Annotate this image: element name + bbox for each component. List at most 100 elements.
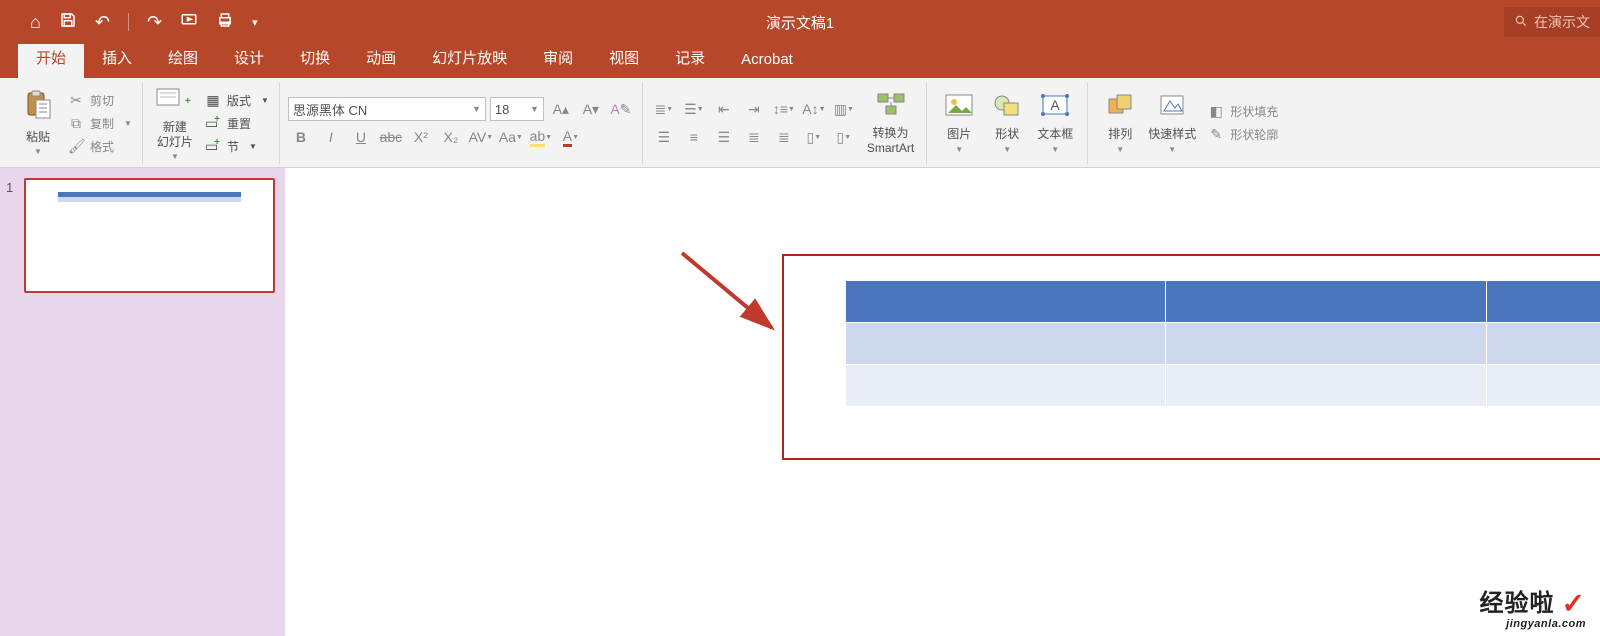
- shapes-icon: [992, 92, 1022, 124]
- shape-fill-button[interactable]: ◧形状填充: [1206, 102, 1280, 121]
- chevron-down-icon: ▼: [530, 104, 539, 114]
- justify-icon[interactable]: ≣: [741, 125, 767, 149]
- align-left-icon[interactable]: ☰: [651, 125, 677, 149]
- customize-qat-icon[interactable]: ▾: [252, 16, 258, 29]
- align-right-icon[interactable]: ☰: [711, 125, 737, 149]
- distributed-icon[interactable]: ≣: [771, 125, 797, 149]
- format-painter-button[interactable]: 🖌格式: [66, 137, 134, 156]
- reset-button[interactable]: ▭重置: [203, 114, 271, 133]
- textbox-label: 文本框: [1037, 127, 1073, 141]
- group-paragraph: ≣▼ ☰▼ ⇤ ⇥ ↕≡▼ A↕▼ ▥▼ ☰ ≡ ☰ ≣ ≣ ▯▼ ▯▼: [643, 82, 927, 164]
- numbering-icon[interactable]: ☰▼: [681, 97, 707, 121]
- font-name-value: 思源黑体 CN: [293, 100, 367, 119]
- convert-smartart-button[interactable]: 转换为 SmartArt: [863, 89, 918, 157]
- start-from-beginning-icon[interactable]: [180, 11, 198, 34]
- paste-button[interactable]: 粘贴 ▼: [14, 88, 62, 158]
- picture-button[interactable]: 图片 ▼: [935, 90, 983, 155]
- save-icon[interactable]: [59, 11, 77, 34]
- line-spacing-icon[interactable]: ↕≡▼: [771, 97, 797, 121]
- watermark-text: 经验啦: [1480, 590, 1555, 617]
- arrange-icon: [1106, 92, 1134, 124]
- copy-button[interactable]: ⧉复制▼: [66, 114, 134, 133]
- new-slide-icon: [155, 85, 195, 117]
- separator: [128, 13, 129, 31]
- group-arrange: 排列 ▼ 快速样式 ▼ ◧形状填充 ✎形状轮廓: [1088, 82, 1288, 164]
- quick-styles-button[interactable]: 快速样式 ▼: [1144, 90, 1200, 155]
- font-family-combobox[interactable]: 思源黑体 CN ▼: [288, 97, 486, 121]
- slide-canvas[interactable]: 经验啦 ✓ jingyanla.com: [285, 168, 1600, 636]
- section-button[interactable]: ▭节▼: [203, 137, 271, 156]
- text-align-vertical-icon[interactable]: ▯▼: [831, 125, 857, 149]
- bold-icon[interactable]: B: [288, 125, 314, 149]
- reset-icon: ▭: [205, 115, 221, 132]
- tab-draw[interactable]: 绘图: [150, 39, 216, 78]
- chevron-down-icon: ▼: [171, 152, 179, 161]
- tab-review[interactable]: 审阅: [525, 39, 591, 78]
- character-spacing-icon[interactable]: AV▼: [468, 125, 494, 149]
- decrease-font-icon[interactable]: A▾: [578, 97, 604, 121]
- highlight-icon[interactable]: ab▼: [528, 125, 554, 149]
- tab-acrobat[interactable]: Acrobat: [723, 43, 811, 78]
- align-center-icon[interactable]: ≡: [681, 125, 707, 149]
- table-row[interactable]: [846, 323, 1600, 365]
- new-slide-button[interactable]: 新建 幻灯片 ▼: [151, 83, 199, 163]
- tab-record[interactable]: 记录: [657, 39, 723, 78]
- superscript-icon[interactable]: X²: [408, 125, 434, 149]
- shapes-label: 形状: [995, 127, 1019, 141]
- text-direction-icon[interactable]: A↕▼: [801, 97, 827, 121]
- copy-icon: ⧉: [68, 115, 84, 132]
- chevron-down-icon: ▼: [261, 96, 269, 105]
- home-icon[interactable]: ⌂: [30, 12, 41, 33]
- font-size-combobox[interactable]: 18 ▼: [490, 97, 544, 121]
- tab-animations[interactable]: 动画: [348, 39, 414, 78]
- strikethrough-icon[interactable]: abc: [378, 125, 404, 149]
- chevron-down-icon: ▼: [1003, 145, 1011, 154]
- quick-access-toolbar: ⌂ ↶ ↷ ▾: [0, 11, 258, 34]
- redo-icon[interactable]: ↷: [147, 12, 162, 33]
- tab-home[interactable]: 开始: [18, 41, 84, 78]
- tab-view[interactable]: 视图: [591, 39, 657, 78]
- align-text-icon[interactable]: ▯▼: [801, 125, 827, 149]
- textbox-button[interactable]: A 文本框 ▼: [1031, 90, 1079, 155]
- italic-icon[interactable]: I: [318, 125, 344, 149]
- slide-thumbnail-panel[interactable]: 1: [0, 168, 285, 636]
- underline-icon[interactable]: U: [348, 125, 374, 149]
- table-row[interactable]: [846, 365, 1600, 407]
- increase-font-icon[interactable]: A▴: [548, 97, 574, 121]
- paste-icon: [24, 90, 52, 127]
- table-row[interactable]: [846, 281, 1600, 323]
- ribbon: 粘贴 ▼ ✂剪切 ⧉复制▼ 🖌格式 新建 幻灯片 ▼ ▦版式▼ ▭重置 ▭节▼ …: [0, 78, 1600, 168]
- clear-format-icon[interactable]: A✎: [608, 97, 634, 121]
- tab-insert[interactable]: 插入: [84, 39, 150, 78]
- smartart-icon: [876, 91, 906, 123]
- print-icon[interactable]: [216, 11, 234, 34]
- tab-transitions[interactable]: 切换: [282, 39, 348, 78]
- group-clipboard: 粘贴 ▼ ✂剪切 ⧉复制▼ 🖌格式: [6, 82, 143, 164]
- columns-icon[interactable]: ▥▼: [831, 97, 857, 121]
- inserted-table[interactable]: [845, 280, 1600, 407]
- chevron-down-icon: ▼: [34, 147, 42, 156]
- shapes-button[interactable]: 形状 ▼: [983, 90, 1031, 155]
- increase-indent-icon[interactable]: ⇥: [741, 97, 767, 121]
- search-box[interactable]: 在演示文: [1504, 7, 1600, 37]
- chevron-down-icon: ▼: [1051, 145, 1059, 154]
- subscript-icon[interactable]: X₂: [438, 125, 464, 149]
- cut-button[interactable]: ✂剪切: [66, 91, 134, 110]
- search-placeholder: 在演示文: [1534, 12, 1590, 32]
- shape-outline-label: 形状轮廓: [1230, 126, 1278, 143]
- tab-design[interactable]: 设计: [216, 39, 282, 78]
- layout-button[interactable]: ▦版式▼: [203, 91, 271, 110]
- font-color-icon[interactable]: A▼: [558, 125, 584, 149]
- shape-outline-button[interactable]: ✎形状轮廓: [1206, 125, 1280, 144]
- tab-slideshow[interactable]: 幻灯片放映: [414, 39, 525, 78]
- slide-thumbnail-1[interactable]: [24, 178, 275, 293]
- chevron-down-icon: ▼: [472, 104, 481, 114]
- change-case-icon[interactable]: Aa▼: [498, 125, 524, 149]
- watermark: 经验啦 ✓ jingyanla.com: [1480, 583, 1586, 630]
- bullets-icon[interactable]: ≣▼: [651, 97, 677, 121]
- decrease-indent-icon[interactable]: ⇤: [711, 97, 737, 121]
- font-size-value: 18: [495, 102, 509, 117]
- arrange-button[interactable]: 排列 ▼: [1096, 90, 1144, 155]
- undo-icon[interactable]: ↶: [95, 12, 110, 33]
- shape-fill-label: 形状填充: [1230, 103, 1278, 120]
